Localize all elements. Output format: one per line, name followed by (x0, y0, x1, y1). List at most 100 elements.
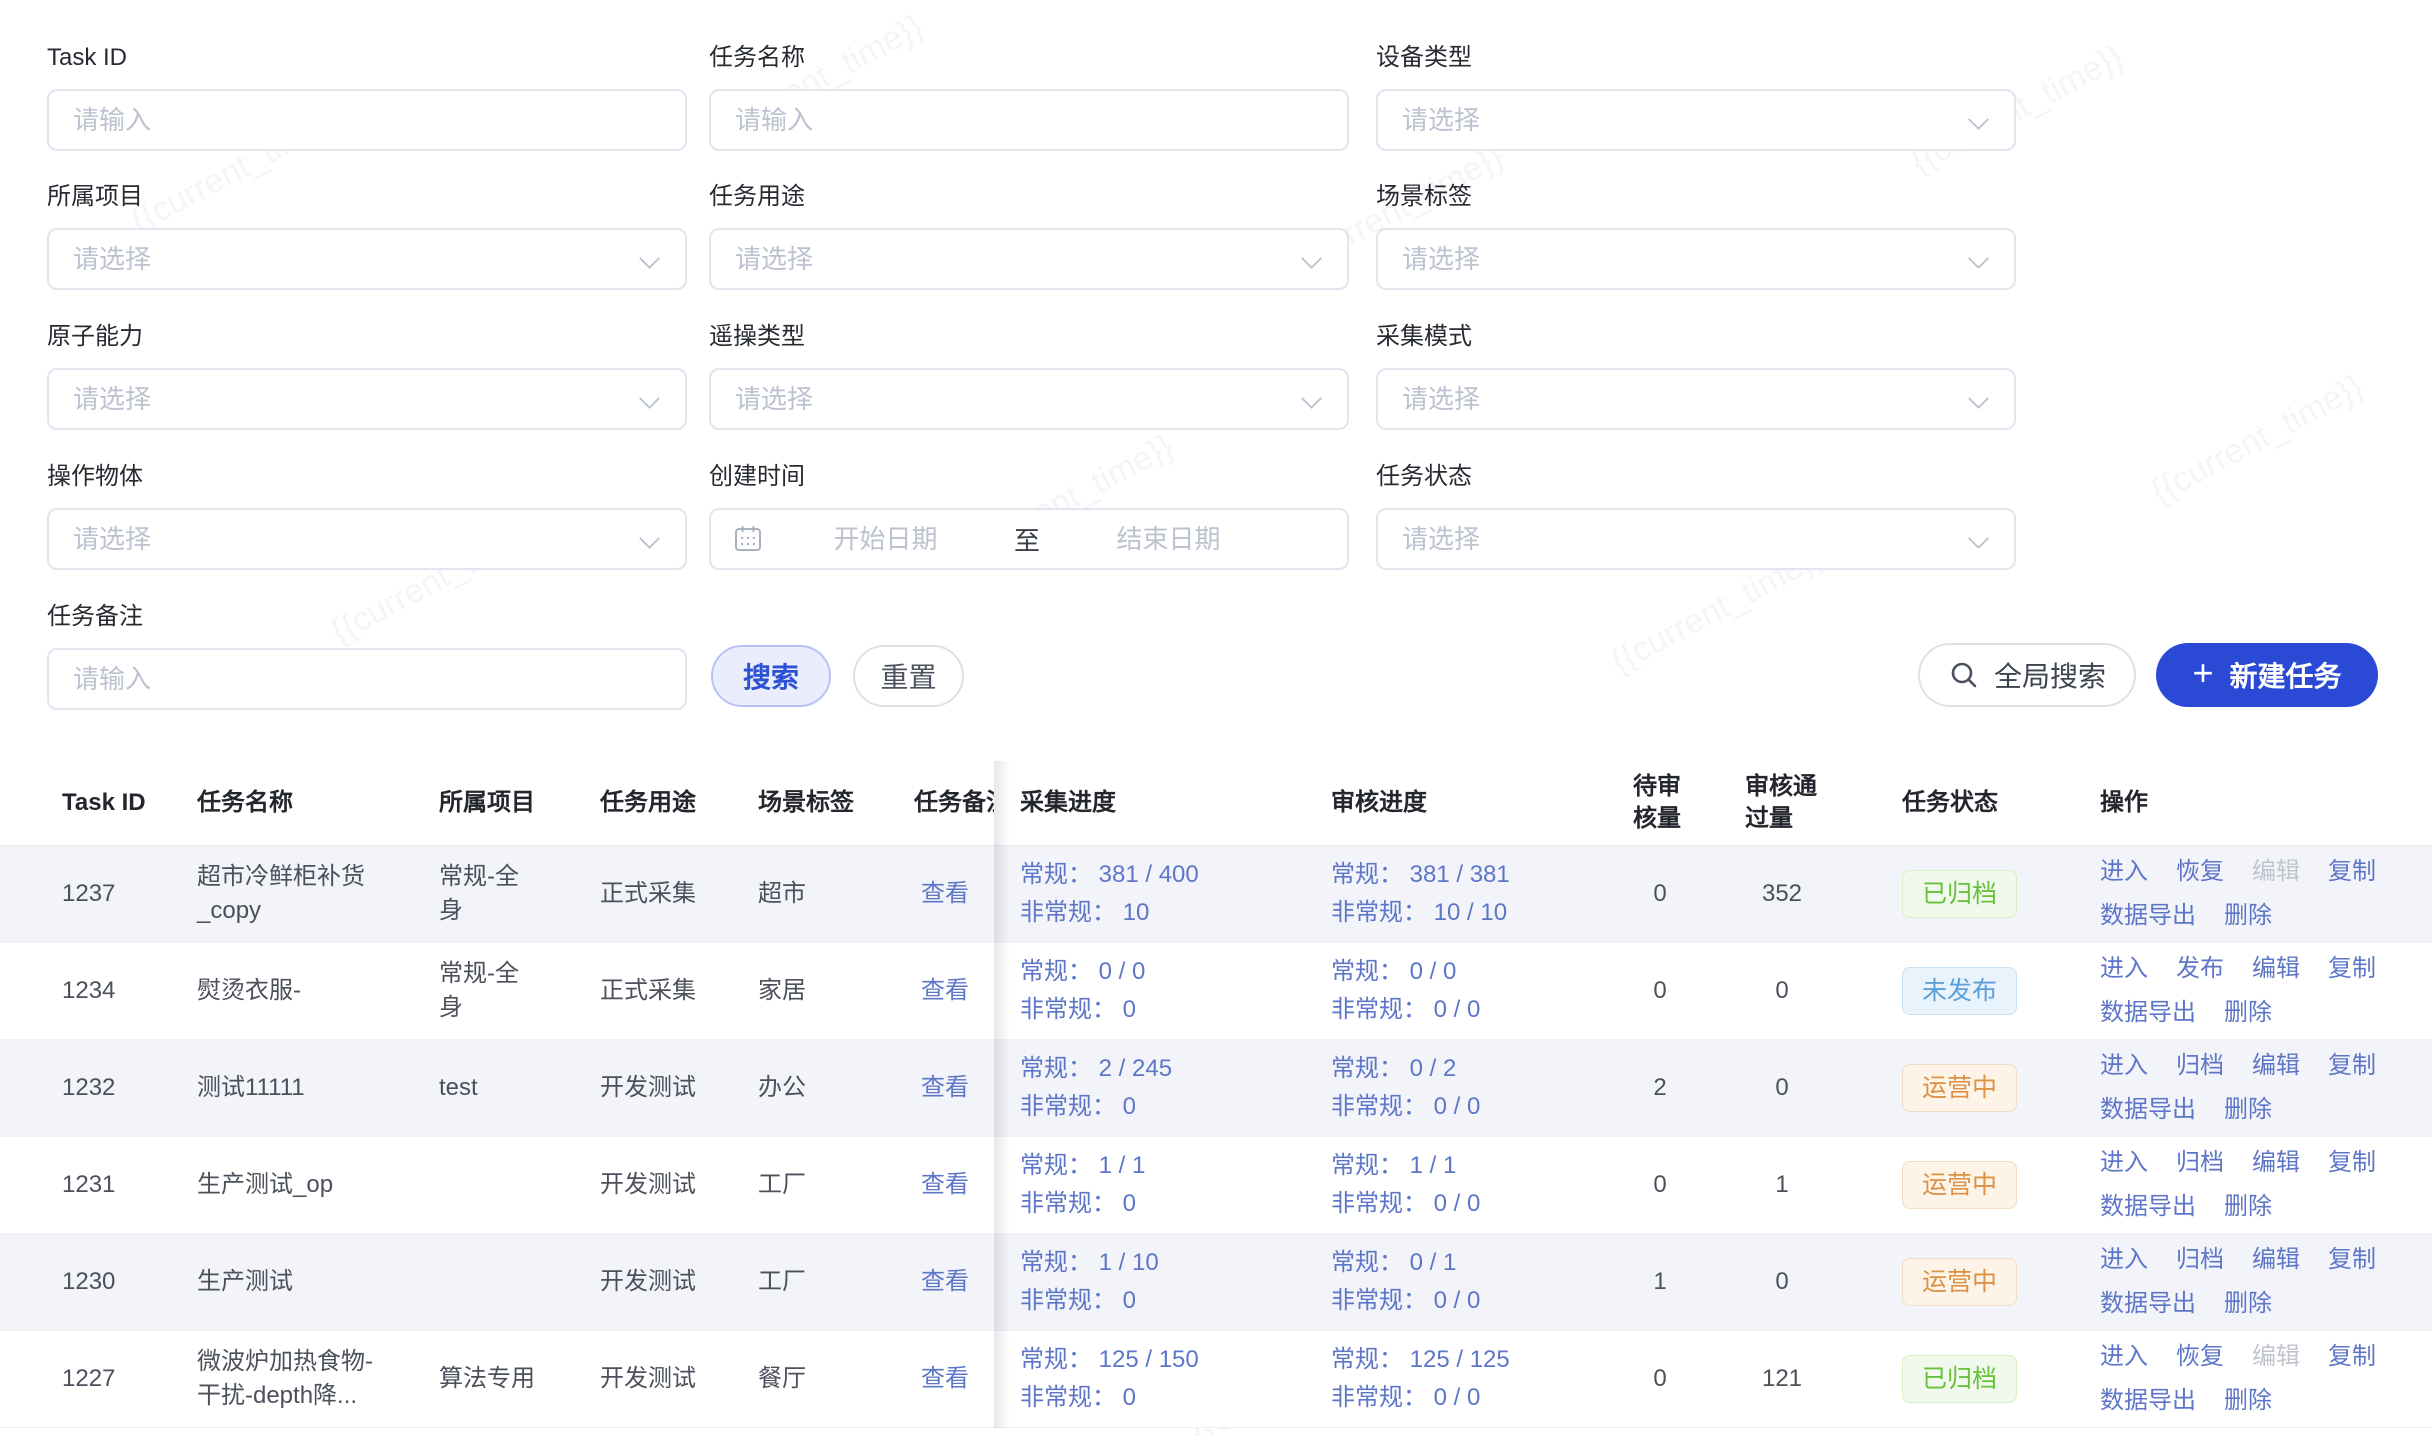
filter-atomic-ability-label: 原子能力 (47, 322, 687, 352)
view-remark-link[interactable]: 查看 (921, 1171, 969, 1198)
filter-purpose-label: 任务用途 (709, 182, 1349, 212)
op-archive-link[interactable]: 归档 (2176, 1146, 2224, 1180)
op-delete-link[interactable]: 删除 (2224, 1093, 2272, 1127)
collect-regular: 常规： 1 / 10 (1020, 1244, 1320, 1282)
op-export-link[interactable]: 数据导出 (2100, 1190, 2196, 1224)
review-regular: 常规： 1 / 1 (1331, 1147, 1631, 1185)
op-edit-link[interactable]: 编辑 (2252, 952, 2300, 986)
op-copy-link[interactable]: 复制 (2328, 952, 2376, 986)
op-enter-link[interactable]: 进入 (2100, 1340, 2148, 1374)
cell-scene-tag: 超市 (758, 877, 878, 911)
op-export-link[interactable]: 数据导出 (2100, 1093, 2196, 1127)
op-edit-link[interactable]: 编辑 (2252, 1243, 2300, 1277)
header-purpose: 任务用途 (600, 787, 730, 819)
filter-device-type: 设备类型 请选择 (1376, 43, 2016, 151)
view-remark-link[interactable]: 查看 (921, 977, 969, 1004)
task-remark-input[interactable] (47, 648, 687, 710)
new-task-button[interactable]: + 新建任务 (2156, 643, 2378, 707)
task-id-input[interactable] (47, 89, 687, 151)
view-remark-link[interactable]: 查看 (921, 1074, 969, 1101)
header-review-progress: 审核进度 (1331, 787, 1631, 819)
filter-task-id: Task ID (47, 43, 687, 151)
search-button[interactable]: 搜索 (711, 645, 831, 707)
device-type-select[interactable]: 请选择 (1376, 89, 2016, 151)
op-delete-link[interactable]: 删除 (2224, 1190, 2272, 1224)
atomic-ability-select[interactable]: 请选择 (47, 368, 687, 430)
status-badge: 已归档 (1902, 870, 2017, 918)
op-archive-link[interactable]: 归档 (2176, 1243, 2224, 1277)
op-copy-link[interactable]: 复制 (2328, 1340, 2376, 1374)
reset-button[interactable]: 重置 (853, 645, 964, 707)
op-edit-link[interactable]: 编辑 (2252, 1146, 2300, 1180)
op-enter-link[interactable]: 进入 (2100, 952, 2148, 986)
scene-tag-select[interactable]: 请选择 (1376, 228, 2016, 290)
op-copy-link[interactable]: 复制 (2328, 1049, 2376, 1083)
end-date-input[interactable]: 结束日期 (1046, 510, 1291, 568)
table-row: 1237 超市冷鲜柜补货_copy 常规-全身 正式采集 超市 查看 常规： 3… (0, 846, 2432, 943)
cell-review-progress: 常规： 125 / 125 非常规： 0 / 0 (1331, 1341, 1631, 1417)
filter-scene-tag-label: 场景标签 (1376, 182, 2016, 212)
global-search-button[interactable]: 全局搜索 (1918, 643, 2136, 707)
op-edit-link[interactable]: 编辑 (2252, 855, 2300, 889)
date-range-separator: 至 (1008, 521, 1046, 558)
collect-regular: 常规： 381 / 400 (1020, 856, 1320, 894)
cell-task-name: 生产测试_op (197, 1168, 373, 1202)
header-operations: 操作 (2100, 787, 2400, 819)
plus-icon: + (2192, 655, 2213, 691)
create-time-range-picker[interactable]: 开始日期 至 结束日期 (709, 508, 1349, 570)
filter-task-id-label: Task ID (47, 43, 687, 73)
op-export-link[interactable]: 数据导出 (2100, 1287, 2196, 1321)
op-enter-link[interactable]: 进入 (2100, 1146, 2148, 1180)
start-date-input[interactable]: 开始日期 (763, 510, 1008, 568)
op-delete-link[interactable]: 删除 (2224, 1287, 2272, 1321)
op-enter-link[interactable]: 进入 (2100, 1049, 2148, 1083)
op-copy-link[interactable]: 复制 (2328, 1243, 2376, 1277)
task-status-select[interactable]: 请选择 (1376, 508, 2016, 570)
op-delete-link[interactable]: 删除 (2224, 996, 2272, 1030)
op-enter-link[interactable]: 进入 (2100, 1243, 2148, 1277)
cell-scene-tag: 餐厅 (758, 1362, 878, 1396)
select-placeholder: 请选择 (735, 230, 813, 288)
op-edit-link[interactable]: 编辑 (2252, 1049, 2300, 1083)
filter-target-object-label: 操作物体 (47, 462, 687, 492)
view-remark-link[interactable]: 查看 (921, 1365, 969, 1392)
select-placeholder: 请选择 (1402, 230, 1480, 288)
review-regular: 常规： 381 / 381 (1331, 856, 1631, 894)
cell-project: 算法专用 (439, 1362, 539, 1396)
op-delete-link[interactable]: 删除 (2224, 899, 2272, 933)
project-select[interactable]: 请选择 (47, 228, 687, 290)
cell-approved-count: 1 (1737, 1168, 1827, 1202)
cell-project: test (439, 1071, 539, 1105)
target-object-select[interactable]: 请选择 (47, 508, 687, 570)
cell-approved-count: 0 (1737, 1071, 1827, 1105)
op-copy-link[interactable]: 复制 (2328, 855, 2376, 889)
purpose-select[interactable]: 请选择 (709, 228, 1349, 290)
op-restore-link[interactable]: 恢复 (2176, 1340, 2224, 1374)
status-badge: 未发布 (1902, 967, 2017, 1015)
op-edit-link[interactable]: 编辑 (2252, 1340, 2300, 1374)
teleop-type-select[interactable]: 请选择 (709, 368, 1349, 430)
op-publish-link[interactable]: 发布 (2176, 952, 2224, 986)
op-copy-link[interactable]: 复制 (2328, 1146, 2376, 1180)
cell-task-id: 1230 (62, 1265, 182, 1299)
filter-create-time: 创建时间 开始日期 至 结束日期 (709, 462, 1349, 570)
status-badge: 运营中 (1902, 1064, 2017, 1112)
op-export-link[interactable]: 数据导出 (2100, 899, 2196, 933)
view-remark-link[interactable]: 查看 (921, 880, 969, 907)
op-delete-link[interactable]: 删除 (2224, 1384, 2272, 1418)
op-archive-link[interactable]: 归档 (2176, 1049, 2224, 1083)
collect-mode-select[interactable]: 请选择 (1376, 368, 2016, 430)
view-remark-link[interactable]: 查看 (921, 1268, 969, 1295)
op-restore-link[interactable]: 恢复 (2176, 855, 2224, 889)
cell-collect-progress: 常规： 1 / 10 非常规： 0 (1020, 1244, 1320, 1320)
chevron-down-icon (1968, 248, 1989, 269)
filter-purpose: 任务用途 请选择 (709, 182, 1349, 290)
review-irregular: 非常规： 0 / 0 (1331, 1185, 1631, 1223)
collect-regular: 常规： 0 / 0 (1020, 953, 1320, 991)
op-enter-link[interactable]: 进入 (2100, 855, 2148, 889)
table-header-row: Task ID 任务名称 所属项目 任务用途 场景标签 任务备注 采集进度 审核… (0, 761, 2432, 846)
cell-project: 常规-全身 (439, 957, 539, 1025)
op-export-link[interactable]: 数据导出 (2100, 996, 2196, 1030)
op-export-link[interactable]: 数据导出 (2100, 1384, 2196, 1418)
task-name-input[interactable] (709, 89, 1349, 151)
